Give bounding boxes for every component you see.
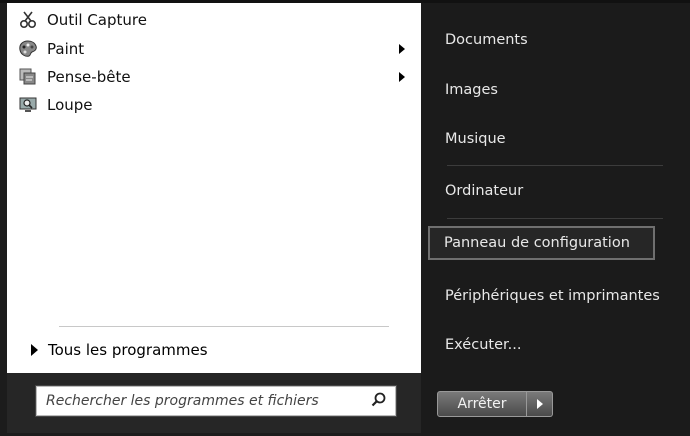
right-item-ordinateur[interactable]: Ordinateur — [429, 174, 679, 208]
separator — [447, 218, 663, 219]
right-item-peripheriques-et-imprimantes[interactable]: Périphériques et imprimantes — [429, 279, 679, 313]
separator — [447, 165, 663, 166]
places-pane: Documents Images Musique Ordinateur Pann… — [421, 3, 690, 436]
shutdown-group: Arrêter — [437, 391, 553, 417]
program-label: Pense-bête — [47, 68, 131, 86]
separator — [59, 326, 389, 327]
right-item-label: Exécuter... — [445, 337, 522, 353]
magnifier-monitor-icon — [17, 94, 39, 116]
program-item-paint[interactable]: Paint — [7, 37, 421, 61]
search-input[interactable] — [44, 392, 358, 410]
right-item-label: Musique — [445, 131, 506, 147]
right-item-label: Images — [445, 82, 498, 98]
all-programs-button[interactable]: Tous les programmes — [7, 336, 421, 364]
right-item-documents[interactable]: Documents — [429, 23, 679, 57]
program-item-loupe[interactable]: Loupe — [7, 93, 421, 117]
right-item-label: Périphériques et imprimantes — [445, 288, 660, 304]
all-programs-label: Tous les programmes — [48, 341, 208, 359]
right-item-panneau-de-configuration[interactable]: Panneau de configuration — [428, 226, 655, 260]
shutdown-options-button[interactable] — [527, 391, 553, 417]
right-item-label: Documents — [445, 32, 528, 48]
scissors-icon — [17, 9, 39, 31]
chevron-right-icon — [536, 399, 543, 409]
programs-pane: Outil Capture Paint Pense-bête Loupe Tou… — [7, 3, 422, 373]
submenu-arrow-icon — [399, 72, 405, 82]
search-box[interactable] — [35, 385, 397, 417]
shutdown-label: Arrêter — [457, 396, 507, 412]
program-item-pense-bete[interactable]: Pense-bête — [7, 65, 421, 89]
palette-icon — [17, 38, 39, 60]
expand-arrow-icon — [31, 344, 38, 356]
right-item-label: Panneau de configuration — [444, 235, 630, 251]
program-item-outil-capture[interactable]: Outil Capture — [7, 8, 421, 32]
right-item-images[interactable]: Images — [429, 73, 679, 107]
program-label: Outil Capture — [47, 11, 147, 29]
search-icon[interactable] — [370, 391, 388, 409]
program-label: Paint — [47, 40, 85, 58]
right-item-label: Ordinateur — [445, 183, 524, 199]
program-label: Loupe — [47, 96, 93, 114]
right-item-executer[interactable]: Exécuter... — [429, 328, 679, 362]
right-item-musique[interactable]: Musique — [429, 122, 679, 156]
sticky-notes-icon — [17, 66, 39, 88]
search-area — [7, 373, 421, 433]
submenu-arrow-icon — [399, 44, 405, 54]
start-menu: Outil Capture Paint Pense-bête Loupe Tou… — [0, 0, 690, 436]
shutdown-button[interactable]: Arrêter — [437, 391, 527, 417]
